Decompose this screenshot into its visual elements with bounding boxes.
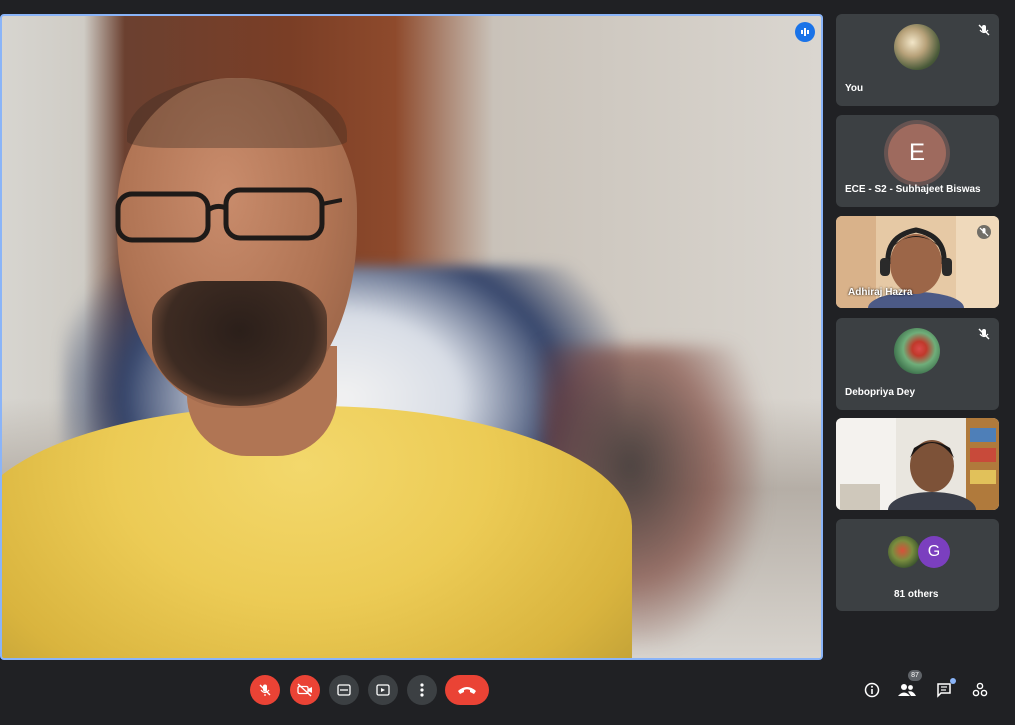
avatar: E xyxy=(888,124,946,182)
avatar xyxy=(894,328,940,374)
people-icon xyxy=(898,684,916,696)
chat-notification-dot xyxy=(950,678,956,684)
mic-off-icon xyxy=(978,328,990,340)
participant-tile-subhajeet[interactable]: E ECE - S2 - Subhajeet Biswas xyxy=(836,115,999,207)
mic-toggle-button[interactable] xyxy=(250,675,280,705)
participant-tile-you[interactable]: You xyxy=(836,14,999,106)
participant-name: ECE - S2 - Subhajeet Biswas xyxy=(845,184,981,195)
activities-button[interactable] xyxy=(970,680,990,700)
avatar xyxy=(888,536,920,568)
avatar xyxy=(894,24,940,70)
leave-call-button[interactable] xyxy=(445,675,489,705)
more-vert-icon xyxy=(420,683,424,697)
present-icon xyxy=(376,684,390,696)
participant-tile-debopriya[interactable]: Debopriya Dey xyxy=(836,318,999,410)
participant-name: Debopriya Dey xyxy=(845,387,916,398)
speaker-glasses xyxy=(115,187,342,243)
hang-up-icon xyxy=(458,687,476,694)
camera-off-icon xyxy=(297,683,312,697)
present-button[interactable] xyxy=(368,675,398,705)
participant-name: Adhiraj Hazra xyxy=(848,287,913,298)
others-tile[interactable]: G 81 others xyxy=(836,519,999,611)
speaker-hair xyxy=(127,78,347,148)
audio-activity-icon xyxy=(795,22,815,42)
people-count-badge: 87 xyxy=(908,670,922,681)
info-icon xyxy=(864,682,880,698)
speaker-shirt xyxy=(2,406,632,658)
captions-icon xyxy=(337,684,351,696)
speaker-beard xyxy=(152,281,327,406)
mic-off-icon xyxy=(259,684,271,696)
meeting-details-button[interactable] xyxy=(862,680,882,700)
chat-icon xyxy=(937,683,951,698)
main-speaker-video[interactable] xyxy=(0,14,823,660)
camera-toggle-button[interactable] xyxy=(290,675,320,705)
participant-tile-adhiraj[interactable]: Adhiraj Hazra xyxy=(836,216,999,308)
avatar: G xyxy=(918,536,950,568)
speaker-figure xyxy=(2,16,821,658)
activities-icon xyxy=(972,682,988,697)
captions-button[interactable] xyxy=(329,675,359,705)
more-options-button[interactable] xyxy=(407,675,437,705)
mic-off-icon xyxy=(977,225,991,239)
avatar-initial: G xyxy=(927,543,941,560)
participant-name: You xyxy=(845,83,864,94)
others-count-label: 81 others xyxy=(894,589,939,600)
mic-off-icon xyxy=(978,24,990,36)
people-button[interactable] xyxy=(897,680,917,700)
avatar-initial: E xyxy=(908,139,925,166)
participant-camera-feed xyxy=(836,418,999,510)
participant-tile-camera[interactable] xyxy=(836,418,999,510)
